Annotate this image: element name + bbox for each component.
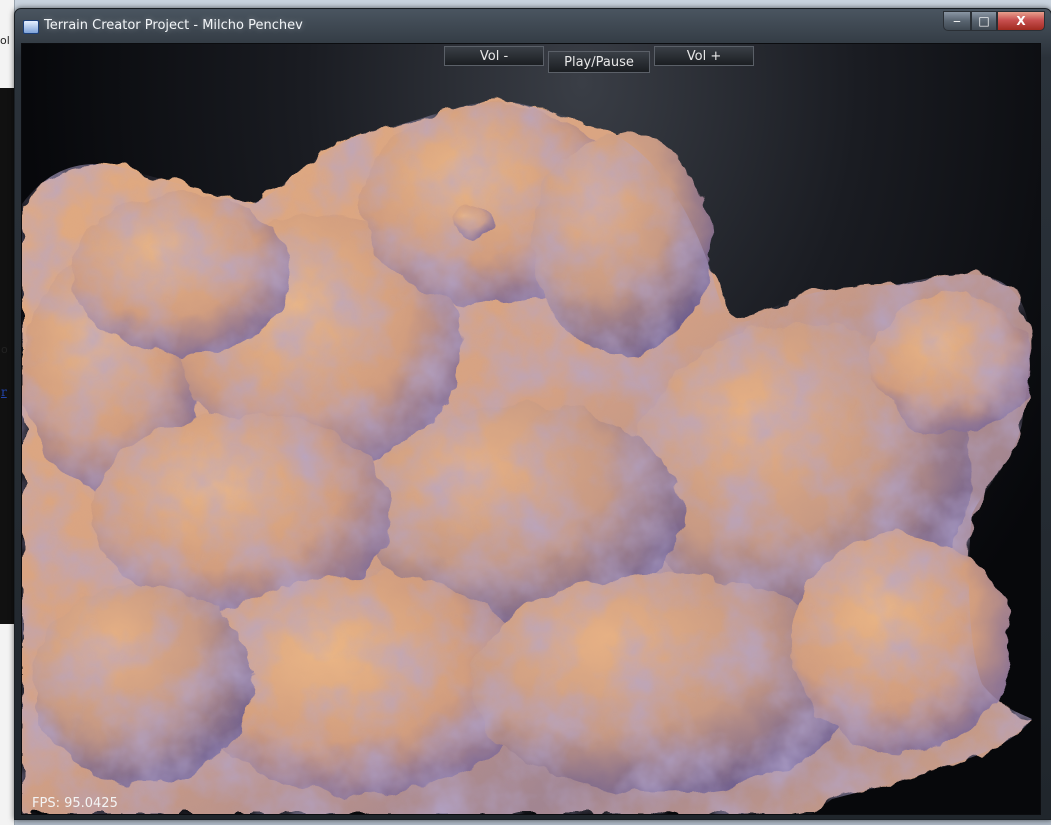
fps-counter: FPS: 95.0425: [32, 796, 118, 811]
volume-up-button[interactable]: Vol +: [654, 46, 754, 66]
render-viewport[interactable]: Vol - Play/Pause Vol + FPS: 95.0425: [21, 43, 1041, 815]
fps-label: FPS:: [32, 796, 60, 811]
fps-value: 95.0425: [64, 796, 118, 811]
background-text-fragment: ol: [0, 34, 10, 47]
minimize-icon: ‒: [953, 14, 961, 28]
background-dark-panel: [0, 88, 14, 624]
terrain-render[interactable]: [22, 44, 1040, 814]
close-button[interactable]: X: [997, 11, 1045, 31]
background-text-fragment: o: [1, 343, 8, 356]
close-icon: X: [1016, 14, 1026, 28]
maximize-button[interactable]: □: [971, 11, 997, 31]
app-window: Terrain Creator Project - Milcho Penchev…: [14, 8, 1051, 820]
volume-down-button[interactable]: Vol -: [444, 46, 544, 66]
window-title: Terrain Creator Project - Milcho Penchev: [44, 18, 303, 33]
background-window-edge: ol o r: [0, 0, 15, 825]
window-caption-buttons: ‒ □ X: [943, 11, 1045, 32]
maximize-icon: □: [978, 14, 990, 28]
app-window-icon[interactable]: [23, 20, 39, 34]
title-bar[interactable]: Terrain Creator Project - Milcho Penchev…: [15, 9, 1051, 43]
background-link-fragment[interactable]: r: [1, 385, 7, 399]
play-pause-button[interactable]: Play/Pause: [548, 51, 650, 73]
minimize-button[interactable]: ‒: [943, 11, 971, 31]
terrain-shading: [22, 101, 1032, 814]
